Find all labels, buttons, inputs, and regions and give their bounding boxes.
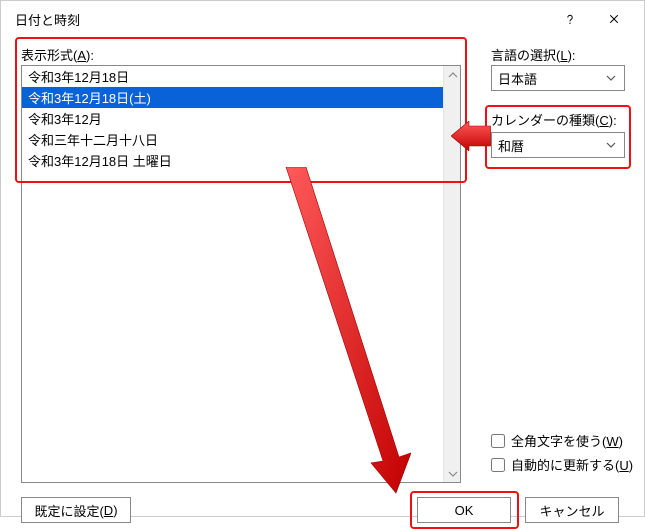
language-value: 日本語 <box>498 69 604 88</box>
autoupdate-label: 自動的に更新する(U) <box>511 455 633 474</box>
fullwidth-checkbox-input[interactable] <box>491 434 505 448</box>
language-select[interactable]: 日本語 <box>491 65 625 91</box>
set-default-button[interactable]: 既定に設定(D) <box>21 497 131 523</box>
date-time-dialog: 日付と時刻 表示形式(A): 言語の選択(L): カレンダーの種類(C): 令和… <box>0 0 645 517</box>
close-button[interactable] <box>592 5 636 33</box>
help-button[interactable] <box>548 5 592 33</box>
highlight-ok-box <box>410 491 519 529</box>
dialog-title: 日付と時刻 <box>15 10 548 29</box>
titlebar: 日付と時刻 <box>1 1 644 37</box>
fullwidth-label: 全角文字を使う(W) <box>511 431 623 450</box>
cancel-button[interactable]: キャンセル <box>525 497 619 523</box>
chevron-down-icon <box>604 73 618 83</box>
close-icon <box>608 13 620 25</box>
autoupdate-checkbox-input[interactable] <box>491 458 505 472</box>
language-label: 言語の選択(L): <box>491 45 576 64</box>
chevron-down-icon <box>448 469 458 479</box>
highlight-calendar-box <box>485 105 631 169</box>
highlight-format-box <box>15 37 467 183</box>
scroll-down-button[interactable] <box>444 465 461 482</box>
fullwidth-checkbox[interactable]: 全角文字を使う(W) <box>491 431 623 450</box>
autoupdate-checkbox[interactable]: 自動的に更新する(U) <box>491 455 633 474</box>
dialog-content: 表示形式(A): 言語の選択(L): カレンダーの種類(C): 令和3年12月1… <box>1 37 644 516</box>
help-icon <box>564 13 576 25</box>
